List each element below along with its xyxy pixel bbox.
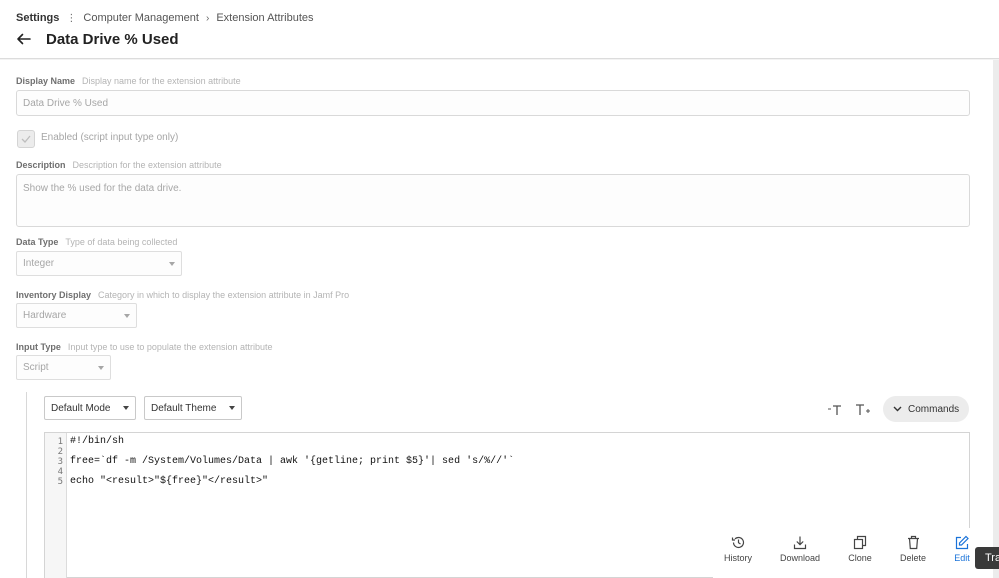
enabled-checkbox-label: Enabled (script input type only) [41, 132, 179, 143]
data-type-label: Data Type Type of data being collected [16, 237, 177, 247]
description-hint: Description for the extension attribute [72, 160, 222, 170]
line-number: 4 [57, 467, 63, 477]
chevron-down-icon [893, 405, 903, 413]
caret-down-icon [124, 313, 130, 318]
code-line: free=`df -m /System/Volumes/Data | awk '… [70, 456, 515, 467]
description-field[interactable]: Show the % used for the data drive. [16, 174, 970, 227]
inventory-display-select[interactable]: Hardware [16, 303, 137, 328]
commands-button[interactable]: Commands [883, 396, 969, 422]
increase-font-size-icon[interactable] [853, 402, 873, 418]
history-label: History [723, 553, 752, 563]
editor-theme-value: Default Theme [151, 402, 217, 414]
caret-down-icon [98, 365, 104, 370]
delete-button[interactable]: Delete [888, 534, 938, 563]
breadcrumb: Settings ⋮ Computer Management › Extensi… [16, 12, 314, 24]
input-type-label-text: Input Type [16, 342, 61, 352]
commands-label: Commands [908, 403, 960, 415]
data-type-hint: Type of data being collected [65, 237, 178, 247]
inventory-display-value: Hardware [23, 310, 67, 321]
code-line: #!/bin/sh [70, 436, 125, 447]
clone-icon [853, 534, 867, 550]
page-title: Data Drive % Used [46, 30, 179, 48]
breadcrumb-root[interactable]: Settings [16, 12, 59, 24]
line-number-gutter: 1 2 3 4 5 [45, 433, 67, 578]
chevron-right-icon: › [205, 12, 210, 24]
editor-mode-select[interactable]: Default Mode [44, 396, 136, 420]
data-type-select[interactable]: Integer [16, 251, 182, 276]
caret-down-icon [169, 261, 175, 266]
description-label: Description Description for the extension… [16, 160, 222, 170]
input-type-value: Script [23, 362, 49, 373]
history-icon [731, 534, 746, 550]
input-type-label: Input Type Input type to use to populate … [16, 342, 273, 352]
data-type-label-text: Data Type [16, 237, 59, 247]
download-icon [793, 534, 807, 550]
display-name-hint: Display name for the extension attribute [82, 76, 241, 86]
clone-button[interactable]: Clone [835, 534, 885, 563]
display-name-field[interactable]: Data Drive % Used [16, 90, 970, 116]
download-button[interactable]: Download [775, 534, 825, 563]
decrease-font-size-icon[interactable] [825, 402, 845, 418]
breadcrumb-extension-attributes[interactable]: Extension Attributes [216, 12, 313, 24]
editor-mode-value: Default Mode [51, 402, 111, 414]
line-number: 2 [57, 447, 63, 457]
data-type-value: Integer [23, 258, 55, 269]
breadcrumb-computer-management[interactable]: Computer Management [83, 12, 199, 24]
clone-label: Clone [848, 553, 872, 563]
input-type-hint: Input type to use to populate the extens… [67, 342, 273, 352]
edit-label: Edit [954, 553, 970, 563]
breadcrumb-separator-icon: ⋮ [66, 12, 77, 24]
display-name-label-text: Display Name [16, 76, 76, 86]
display-name-label: Display Name Display name for the extensi… [16, 76, 241, 86]
code-line: echo "<result>"${free}"</result>" [70, 476, 269, 487]
input-type-select[interactable]: Script [16, 355, 111, 380]
scrollbar[interactable] [993, 60, 999, 578]
caret-down-icon [229, 406, 235, 410]
caret-down-icon [123, 406, 129, 410]
trash-icon [907, 534, 920, 550]
description-label-text: Description [16, 160, 66, 170]
line-number: 1 [57, 437, 63, 447]
inventory-display-hint: Category in which to display the extensi… [98, 290, 350, 300]
title-row: Data Drive % Used [16, 30, 179, 48]
tooltip: Tra [975, 547, 999, 569]
line-number: 3 [57, 457, 63, 467]
inventory-display-label-text: Inventory Display [16, 290, 92, 300]
line-number: 5 [57, 477, 63, 487]
history-button[interactable]: History [713, 534, 763, 563]
editor-theme-select[interactable]: Default Theme [144, 396, 242, 420]
inventory-display-label: Inventory Display Category in which to di… [16, 290, 349, 300]
back-arrow-icon[interactable] [16, 30, 42, 48]
download-label: Download [779, 553, 821, 563]
delete-label: Delete [899, 553, 926, 563]
enabled-checkbox[interactable] [17, 130, 35, 148]
edit-icon [955, 534, 969, 550]
